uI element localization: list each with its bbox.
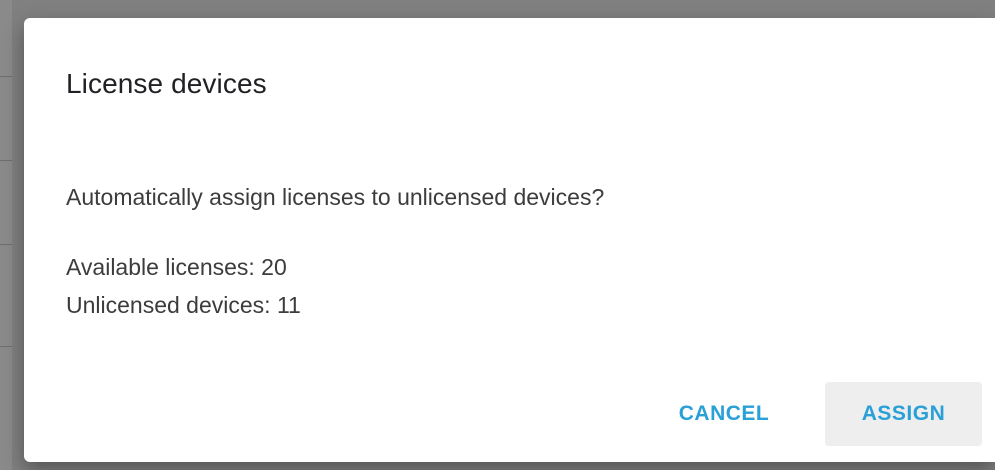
cancel-button[interactable]: CANCEL (654, 382, 794, 446)
license-devices-dialog: License devices Automatically assign lic… (24, 18, 995, 462)
assign-button[interactable]: ASSIGN (825, 382, 982, 446)
available-licenses-text: Available licenses: 20 (66, 254, 287, 280)
dialog-question: Automatically assign licenses to unlicen… (66, 184, 605, 210)
dialog-title: License devices (66, 68, 267, 99)
background-divider (0, 76, 12, 77)
background-page-edge (0, 0, 12, 470)
background-divider (0, 244, 12, 245)
background-divider (0, 160, 12, 161)
background-divider (0, 346, 12, 347)
unlicensed-devices-text: Unlicensed devices: 11 (66, 292, 301, 318)
